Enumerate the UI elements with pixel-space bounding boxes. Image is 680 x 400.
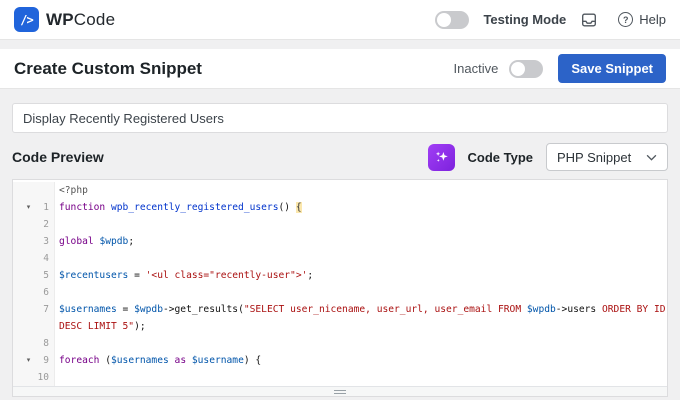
code-line-text: function wpb_recently_registered_users()… — [59, 202, 302, 213]
line-number: 5 — [43, 270, 49, 281]
line-number: 6 — [43, 287, 49, 298]
code-type-label: Code Type — [467, 149, 534, 165]
wpcode-logo-icon: /> — [14, 7, 39, 32]
line-gutter: 7 — [13, 301, 55, 318]
main-content: Code Preview Code Type PHP Snippet — [0, 89, 680, 397]
code-line-text: DESC LIMIT 5"); — [59, 321, 146, 332]
line-number: 4 — [43, 253, 49, 264]
code-type-select[interactable]: PHP Snippet — [546, 143, 668, 171]
code-line-text: global $wpdb; — [59, 236, 135, 247]
wpcode-logo: /> WPCode — [14, 7, 115, 32]
code-line-text: foreach ($usernames as $username) { — [59, 355, 262, 366]
help-button[interactable]: ? Help — [618, 12, 666, 27]
inbox-tray-icon[interactable] — [580, 11, 598, 29]
line-number: 10 — [37, 372, 49, 383]
code-preview-header: Code Preview Code Type PHP Snippet — [12, 142, 668, 172]
top-bar: /> WPCode Testing Mode ? Help — [0, 0, 680, 40]
code-type-controls: Code Type PHP Snippet — [427, 143, 668, 171]
brand-code: Code — [73, 9, 116, 29]
code-line[interactable]: 2 — [13, 216, 667, 233]
line-gutter — [13, 318, 55, 335]
wpcode-app: /> WPCode Testing Mode ? Help Create Cus… — [0, 0, 680, 400]
line-gutter: 4 — [13, 250, 55, 267]
fold-arrow-icon[interactable]: ▾ — [24, 199, 33, 216]
code-line[interactable]: 6 — [13, 284, 667, 301]
snippet-toolbar: Create Custom Snippet Inactive Save Snip… — [0, 49, 680, 89]
code-line[interactable]: <?php — [13, 182, 667, 199]
line-gutter — [13, 182, 55, 199]
question-circle-icon: ? — [618, 12, 634, 27]
sparkles-icon[interactable] — [427, 143, 455, 171]
code-line[interactable]: ▾ 1 function wpb_recently_registered_users… — [13, 199, 667, 216]
line-gutter: ▾ 9 — [13, 352, 55, 369]
brand-wp: WP — [46, 9, 74, 29]
code-line-text — [55, 216, 59, 233]
line-gutter: 5 — [13, 267, 55, 284]
code-line[interactable]: DESC LIMIT 5"); — [13, 318, 667, 335]
status-label: Inactive — [453, 61, 499, 76]
active-toggle[interactable] — [509, 59, 544, 78]
line-number: 1 — [43, 202, 49, 213]
code-preview-heading: Code Preview — [12, 149, 104, 165]
code-line-text: $usernames = $wpdb->get_results("SELECT … — [59, 304, 666, 315]
code-editor[interactable]: <?php ▾ 1 function wpb_recently_registered_… — [12, 179, 668, 397]
line-number: 2 — [43, 219, 49, 230]
code-line-text: <?php — [59, 185, 88, 196]
code-line-text: $recentusers = '<ul class="recently-user… — [59, 270, 314, 281]
code-line[interactable]: 8 — [13, 335, 667, 352]
line-gutter: 10 — [13, 369, 55, 386]
fold-arrow-icon[interactable]: ▾ — [24, 352, 33, 369]
code-line[interactable]: 4 — [13, 250, 667, 267]
line-number: 7 — [43, 304, 49, 315]
line-number: 9 — [43, 355, 49, 366]
testing-mode-toggle[interactable] — [435, 10, 470, 29]
code-line[interactable]: ▾ 9 foreach ($usernames as $username) { — [13, 352, 667, 369]
code-line[interactable]: 10 — [13, 369, 667, 386]
code-line-text — [55, 335, 59, 352]
help-label: Help — [639, 12, 666, 27]
resize-handle-icon — [334, 389, 346, 394]
line-gutter: 3 — [13, 233, 55, 250]
line-gutter: 2 — [13, 216, 55, 233]
snippet-title-input[interactable] — [12, 103, 668, 133]
top-bar-actions: Testing Mode ? Help — [435, 10, 666, 29]
line-gutter: 6 — [13, 284, 55, 301]
line-gutter: ▾ 1 — [13, 199, 55, 216]
code-line[interactable]: 3 global $wpdb; — [13, 233, 667, 250]
chevron-down-icon — [646, 154, 657, 161]
line-gutter: 8 — [13, 335, 55, 352]
code-line[interactable]: 5 $recentusers = '<ul class="recently-use… — [13, 267, 667, 284]
line-number: 8 — [43, 338, 49, 349]
brand-name: WPCode — [46, 10, 115, 30]
testing-mode-label: Testing Mode — [483, 12, 567, 27]
code-line-text — [55, 369, 59, 386]
line-number: 3 — [43, 236, 49, 247]
code-line[interactable]: 7 $usernames = $wpdb->get_results("SELECT… — [13, 301, 667, 318]
editor-resize-bar[interactable] — [13, 386, 667, 396]
code-line-text — [55, 250, 59, 267]
code-type-value: PHP Snippet — [557, 149, 632, 165]
save-snippet-button[interactable]: Save Snippet — [558, 54, 666, 83]
code-lines: <?php ▾ 1 function wpb_recently_registered_… — [13, 180, 667, 386]
code-line-text — [55, 284, 59, 301]
page-title: Create Custom Snippet — [14, 58, 202, 78]
snippet-toolbar-actions: Inactive Save Snippet — [454, 54, 666, 83]
